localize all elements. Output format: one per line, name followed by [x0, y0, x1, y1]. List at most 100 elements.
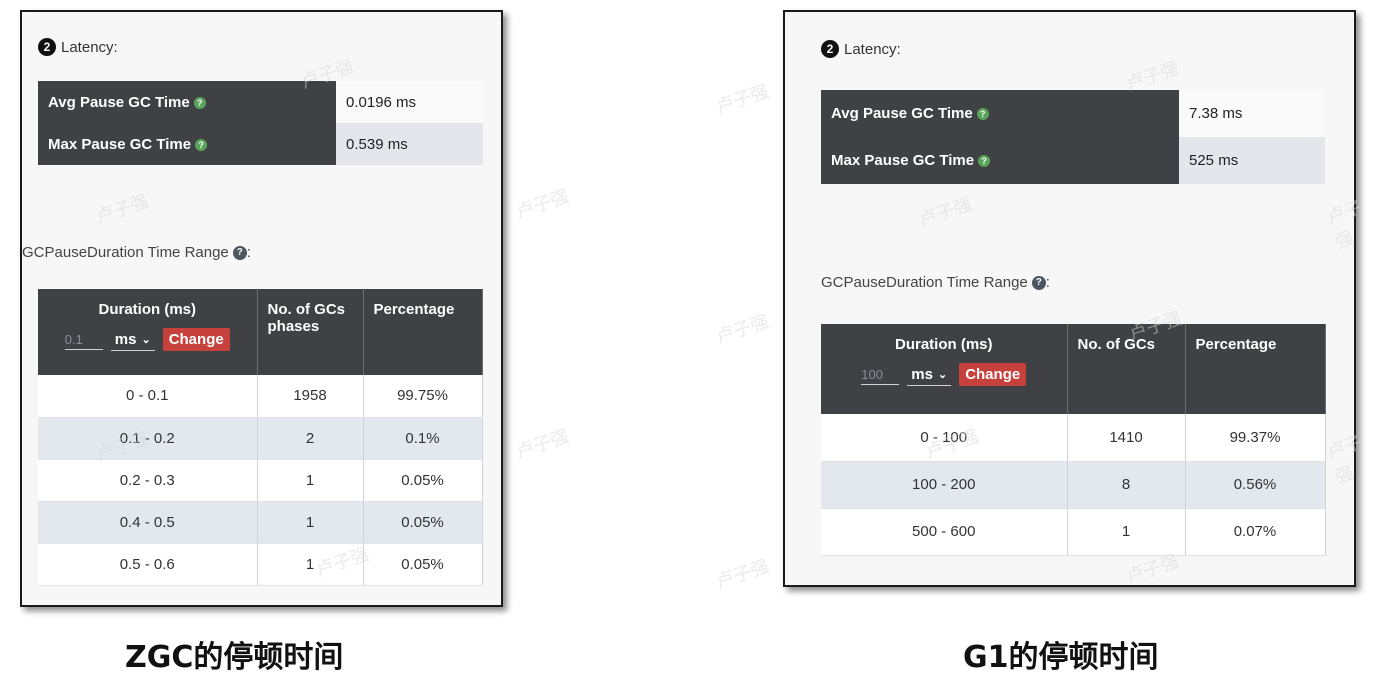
percentage-cell: 0.05% — [363, 543, 483, 586]
help-icon[interactable]: ? — [978, 155, 991, 168]
table-row: 100 - 200 8 0.56% — [821, 461, 1326, 509]
table-row: 500 - 600 1 0.07% — [821, 508, 1326, 556]
unit-dropdown-value: ms — [114, 330, 137, 348]
count-header: No. of GCs — [1067, 324, 1186, 414]
range-heading: GCPauseDuration Time Range ? : — [821, 274, 1050, 291]
table-header-row: Duration (ms) ms ⌄ Change No. of GCs pha… — [38, 289, 483, 375]
max-pause-value: 525 ms — [1179, 137, 1325, 184]
zgc-latency-panel: 2 Latency: Avg Pause GC Time? 0.0196 ms … — [20, 10, 503, 607]
count-cell: 1958 — [257, 375, 364, 418]
range-title: GCPauseDuration Time Range — [22, 244, 229, 261]
help-icon[interactable]: ? — [1031, 275, 1046, 290]
latency-summary-table: Avg Pause GC Time? 7.38 ms Max Pause GC … — [821, 90, 1325, 184]
percentage-header: Percentage — [363, 289, 483, 375]
watermark: 卢子强 — [513, 426, 572, 462]
pause-distribution-table: Duration (ms) ms ⌄ Change No. of GCs Per… — [821, 324, 1326, 556]
watermark: 卢子强 — [713, 311, 772, 347]
percentage-cell: 0.07% — [1185, 508, 1326, 556]
latency-heading: 2 Latency: — [821, 40, 901, 58]
latency-summary-table: Avg Pause GC Time? 0.0196 ms Max Pause G… — [38, 81, 483, 165]
duration-header: Duration (ms) ms ⌄ Change — [38, 289, 258, 375]
avg-pause-label-cell: Avg Pause GC Time? — [821, 90, 1179, 137]
chevron-down-icon: ⌄ — [141, 333, 151, 346]
watermark: 卢子强 — [713, 556, 772, 592]
latency-title: Latency: — [844, 40, 901, 58]
table-row: 0.4 - 0.5 1 0.05% — [38, 501, 483, 544]
avg-pause-label-cell: Avg Pause GC Time? — [38, 81, 336, 123]
count-cell: 2 — [257, 417, 364, 460]
range-title: GCPauseDuration Time Range — [821, 274, 1028, 291]
percentage-cell: 99.37% — [1185, 414, 1326, 462]
g1-latency-panel: 2 Latency: Avg Pause GC Time? 7.38 ms Ma… — [783, 10, 1356, 587]
avg-pause-value: 0.0196 ms — [336, 81, 483, 123]
percentage-cell: 0.56% — [1185, 461, 1326, 509]
percentage-cell: 0.1% — [363, 417, 483, 460]
help-icon[interactable]: ? — [976, 108, 989, 121]
duration-header-label: Duration (ms) — [895, 336, 993, 353]
percentage-cell: 0.05% — [363, 501, 483, 544]
count-header: No. of GCs phases — [257, 289, 364, 375]
avg-pause-value: 7.38 ms — [1179, 90, 1325, 137]
help-icon[interactable]: ? — [232, 245, 247, 260]
avg-pause-label: Avg Pause GC Time — [48, 93, 190, 111]
table-row: 0.5 - 0.6 1 0.05% — [38, 543, 483, 586]
range-title-suffix: : — [246, 244, 251, 261]
range-cell: 0.4 - 0.5 — [38, 501, 258, 544]
count-cell: 1 — [257, 501, 364, 544]
max-pause-label-cell: Max Pause GC Time? — [38, 123, 336, 165]
range-cell: 100 - 200 — [821, 461, 1068, 509]
range-cell: 0.5 - 0.6 — [38, 543, 258, 586]
unit-dropdown-value: ms — [911, 365, 933, 383]
unit-dropdown[interactable]: ms ⌄ — [907, 364, 952, 386]
avg-pause-label: Avg Pause GC Time — [831, 105, 973, 122]
latency-title: Latency: — [61, 38, 118, 56]
max-pause-label: Max Pause GC Time — [48, 135, 192, 153]
step-number-badge: 2 — [821, 40, 839, 58]
max-pause-label: Max Pause GC Time — [831, 152, 975, 169]
table-row: 0 - 100 1410 99.37% — [821, 414, 1326, 462]
pause-distribution-table: Duration (ms) ms ⌄ Change No. of GCs pha… — [38, 289, 483, 586]
chevron-down-icon: ⌄ — [937, 368, 948, 381]
percentage-cell: 0.05% — [363, 459, 483, 502]
table-header-row: Duration (ms) ms ⌄ Change No. of GCs Per… — [821, 324, 1326, 414]
table-row: Avg Pause GC Time? 7.38 ms — [821, 90, 1325, 137]
range-cell: 500 - 600 — [821, 508, 1068, 556]
range-cell: 0 - 0.1 — [38, 375, 258, 418]
bucket-size-input[interactable] — [64, 329, 103, 350]
table-row: Max Pause GC Time? 0.539 ms — [38, 123, 483, 165]
latency-heading: 2 Latency: — [38, 38, 118, 56]
change-button[interactable]: Change — [162, 328, 230, 351]
unit-controls: ms ⌄ Change — [48, 328, 247, 351]
unit-controls: ms ⌄ Change — [831, 363, 1057, 386]
table-row: Max Pause GC Time? 525 ms — [821, 137, 1325, 184]
watermark: 卢子强 — [513, 186, 572, 222]
count-cell: 1 — [1067, 508, 1186, 556]
table-row: 0.2 - 0.3 1 0.05% — [38, 459, 483, 502]
duration-header: Duration (ms) ms ⌄ Change — [821, 324, 1068, 414]
count-cell: 1 — [257, 459, 364, 502]
max-pause-label-cell: Max Pause GC Time? — [821, 137, 1179, 184]
count-cell: 1 — [257, 543, 364, 586]
step-number-badge: 2 — [38, 38, 56, 56]
range-title-suffix: : — [1045, 274, 1050, 291]
duration-header-label: Duration (ms) — [98, 301, 197, 318]
range-cell: 0 - 100 — [821, 414, 1068, 462]
table-row: Avg Pause GC Time? 0.0196 ms — [38, 81, 483, 123]
max-pause-value: 0.539 ms — [336, 123, 483, 165]
unit-dropdown[interactable]: ms ⌄ — [110, 329, 155, 351]
help-icon[interactable]: ? — [195, 138, 208, 151]
bucket-size-input[interactable] — [861, 364, 900, 385]
change-button[interactable]: Change — [959, 363, 1027, 386]
percentage-header: Percentage — [1185, 324, 1326, 414]
range-cell: 0.1 - 0.2 — [38, 417, 258, 460]
zgc-caption: ZGC的停顿时间 — [125, 640, 344, 675]
range-cell: 0.2 - 0.3 — [38, 459, 258, 502]
g1-caption: G1的停顿时间 — [963, 640, 1159, 675]
range-heading: GCPauseDuration Time Range ? : — [22, 244, 251, 261]
table-row: 0 - 0.1 1958 99.75% — [38, 375, 483, 418]
count-cell: 8 — [1067, 461, 1186, 509]
help-icon[interactable]: ? — [193, 96, 206, 109]
percentage-cell: 99.75% — [363, 375, 483, 418]
watermark: 卢子强 — [713, 81, 772, 117]
table-row: 0.1 - 0.2 2 0.1% — [38, 417, 483, 460]
